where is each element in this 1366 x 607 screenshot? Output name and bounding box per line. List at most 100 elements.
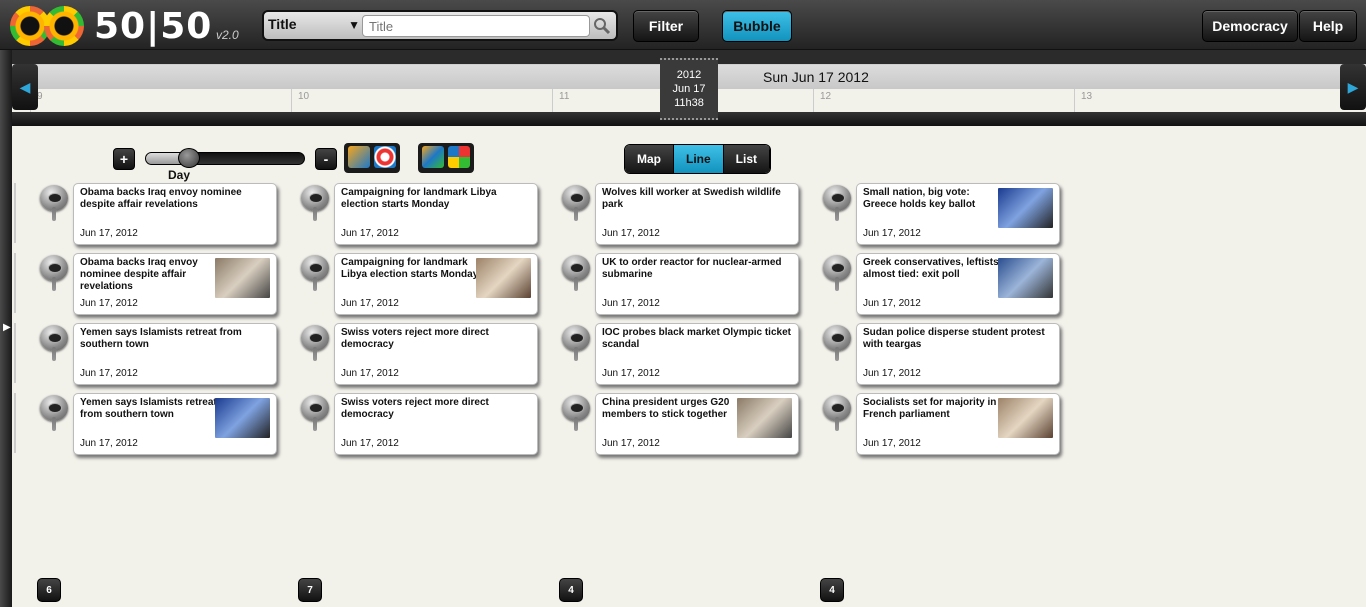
news-card-date: Jun 17, 2012 <box>602 298 660 309</box>
news-card[interactable]: UK to order reactor for nuclear-armed su… <box>595 253 799 315</box>
bubble-button[interactable]: Bubble <box>722 10 792 42</box>
news-card-date: Jun 17, 2012 <box>80 228 138 239</box>
left-panel-handle[interactable]: ▶ <box>0 50 12 607</box>
news-card-title: China president urges G20 members to sti… <box>602 397 730 420</box>
pin-icon[interactable] <box>40 395 68 431</box>
news-card-date: Jun 17, 2012 <box>602 228 660 239</box>
news-thumbnail <box>215 258 270 298</box>
chevron-down-icon: ▼ <box>348 18 360 32</box>
pin-icon[interactable] <box>40 255 68 291</box>
share-icon[interactable] <box>422 146 444 168</box>
news-card-date: Jun 17, 2012 <box>863 368 921 379</box>
view-map-button[interactable]: Map <box>625 145 674 173</box>
offscreen-card-edge <box>12 253 16 313</box>
pin-icon[interactable] <box>823 325 851 361</box>
timeline-tick: 13 <box>1074 89 1092 113</box>
logo-text: 50|50 <box>94 6 213 47</box>
zoom-slider-knob[interactable] <box>178 148 200 168</box>
filter-button[interactable]: Filter <box>633 10 699 42</box>
arrow-right-icon: ▶ <box>3 322 11 333</box>
pin-icon[interactable] <box>301 185 329 221</box>
news-card[interactable]: Yemen says Islamists retreat from southe… <box>73 393 277 455</box>
timeline-cursor[interactable]: 2012 Jun 17 11h38 <box>660 58 718 120</box>
pin-icon[interactable] <box>301 255 329 291</box>
search-icon[interactable] <box>592 16 612 36</box>
timeline-next-button[interactable]: ▶ <box>1340 64 1366 110</box>
news-card-date: Jun 17, 2012 <box>341 228 399 239</box>
zoom-in-button[interactable]: + <box>113 148 135 170</box>
pin-icon[interactable] <box>823 185 851 221</box>
pin-icon[interactable] <box>40 325 68 361</box>
news-card[interactable]: Yemen says Islamists retreat from southe… <box>73 323 277 385</box>
arrow-left-icon: ◀ <box>19 78 31 95</box>
news-card-date: Jun 17, 2012 <box>341 298 399 309</box>
calendar-tools <box>344 143 400 173</box>
news-thumbnail <box>476 258 531 298</box>
news-card-date: Jun 17, 2012 <box>602 368 660 379</box>
news-card[interactable]: Obama backs Iraq envoy nominee despite a… <box>73 253 277 315</box>
news-card[interactable]: Campaigning for landmark Libya election … <box>334 253 538 315</box>
pin-icon[interactable] <box>823 395 851 431</box>
news-card-date: Jun 17, 2012 <box>341 368 399 379</box>
color-grid-icon[interactable] <box>448 146 470 168</box>
news-card[interactable]: IOC probes black market Olympic ticket s… <box>595 323 799 385</box>
column-count-badge[interactable]: 4 <box>559 578 583 602</box>
news-card[interactable]: China president urges G20 members to sti… <box>595 393 799 455</box>
search-field-select[interactable]: Title ▼ <box>268 16 362 36</box>
news-card-date: Jun 17, 2012 <box>80 298 138 309</box>
news-card-date: Jun 17, 2012 <box>863 438 921 449</box>
column-count-badge[interactable]: 6 <box>37 578 61 602</box>
cursor-time: 11h38 <box>674 97 704 109</box>
news-card-title: Socialists set for majority in French pa… <box>863 397 997 420</box>
news-card[interactable]: Greek conservatives, leftists almost tie… <box>856 253 1060 315</box>
news-card-title: Obama backs Iraq envoy nominee despite a… <box>80 257 198 292</box>
pin-icon[interactable] <box>823 255 851 291</box>
top-toolbar: 50|50 v2.0 Title ▼ Filter Bubble Democra… <box>0 0 1366 50</box>
zoom-slider[interactable] <box>145 148 305 168</box>
pin-icon[interactable] <box>562 395 590 431</box>
gear-logo-icon <box>44 6 84 46</box>
democracy-button[interactable]: Democracy <box>1202 10 1298 42</box>
search-field-label: Title <box>268 16 297 32</box>
view-list-button[interactable]: List <box>723 145 771 173</box>
news-card-title: Greek conservatives, leftists almost tie… <box>863 257 999 280</box>
pin-icon[interactable] <box>562 255 590 291</box>
search-input[interactable] <box>362 15 590 37</box>
news-card[interactable]: Socialists set for majority in French pa… <box>856 393 1060 455</box>
arrow-right-icon: ▶ <box>1347 78 1359 95</box>
pin-icon[interactable] <box>562 185 590 221</box>
pin-icon[interactable] <box>301 325 329 361</box>
news-card[interactable]: Campaigning for landmark Libya election … <box>334 183 538 245</box>
view-line-button[interactable]: Line <box>674 145 724 173</box>
news-card-title: Yemen says Islamists retreat from southe… <box>80 327 242 350</box>
news-card[interactable]: Sudan police disperse student protest wi… <box>856 323 1060 385</box>
help-button[interactable]: Help <box>1299 10 1357 42</box>
news-card[interactable]: Small nation, big vote: Greece holds key… <box>856 183 1060 245</box>
timeline-prev-button[interactable]: ◀ <box>12 64 38 110</box>
news-card-title: Swiss voters reject more direct democrac… <box>341 327 489 350</box>
news-thumbnail <box>215 398 270 438</box>
column-count-badge[interactable]: 4 <box>820 578 844 602</box>
news-card-date: Jun 17, 2012 <box>80 438 138 449</box>
cursor-day: Jun 17 <box>672 83 706 95</box>
app-logo[interactable]: 50|50 v2.0 <box>8 4 248 48</box>
zoom-out-button[interactable]: - <box>315 148 337 170</box>
news-card-date: Jun 17, 2012 <box>80 368 138 379</box>
pin-icon[interactable] <box>301 395 329 431</box>
news-card-date: Jun 17, 2012 <box>863 228 921 239</box>
pin-icon[interactable] <box>562 325 590 361</box>
target-icon[interactable] <box>374 146 396 168</box>
timeline-tick: 11 <box>552 89 569 113</box>
timeline-tick: 12 <box>813 89 831 113</box>
column-count-badge[interactable]: 7 <box>298 578 322 602</box>
news-card-title: UK to order reactor for nuclear-armed su… <box>602 257 782 280</box>
news-card[interactable]: Swiss voters reject more direct democrac… <box>334 323 538 385</box>
news-card-title: Small nation, big vote: Greece holds key… <box>863 187 976 210</box>
news-card[interactable]: Obama backs Iraq envoy nominee despite a… <box>73 183 277 245</box>
news-card[interactable]: Swiss voters reject more direct democrac… <box>334 393 538 455</box>
news-card-title: Sudan police disperse student protest wi… <box>863 327 1045 350</box>
offscreen-card-edge <box>12 393 16 453</box>
news-card[interactable]: Wolves kill worker at Swedish wildlife p… <box>595 183 799 245</box>
pin-icon[interactable] <box>40 185 68 221</box>
calendar-icon[interactable] <box>348 146 370 168</box>
